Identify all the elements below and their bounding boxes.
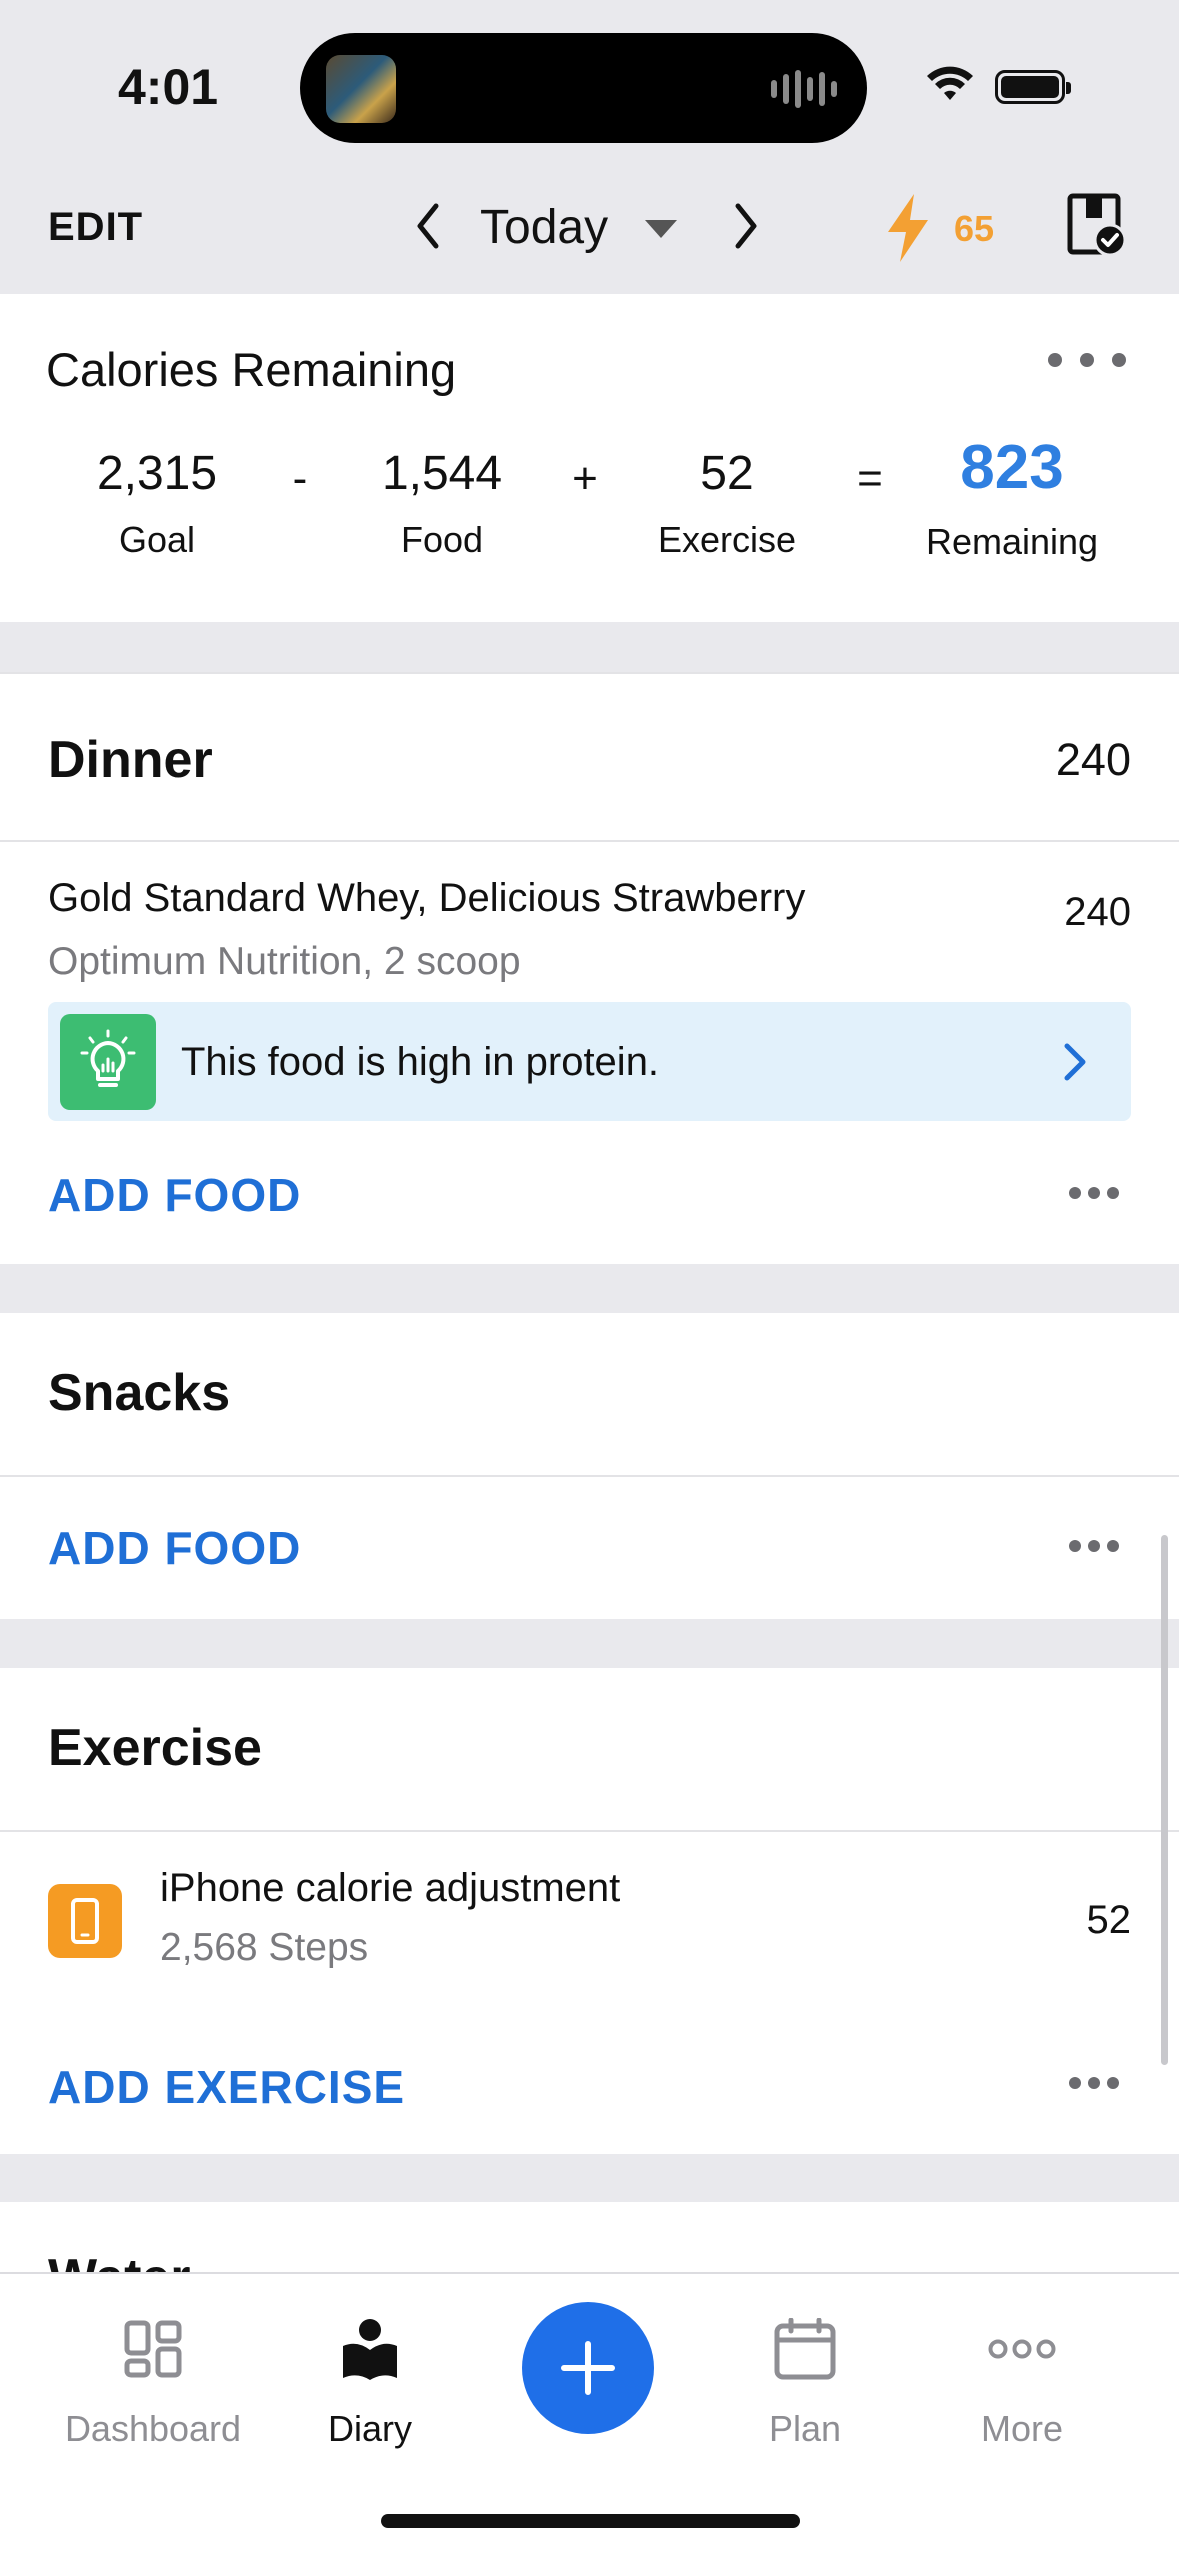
streak-count[interactable]: 65 [954,208,994,250]
top-bar: 4:01 EDIT Today 65 [0,0,1179,294]
exercise-label: Exercise [657,519,797,560]
tab-more[interactable]: More [912,2314,1132,2450]
divider [0,1830,1179,1832]
dashboard-icon [43,2314,263,2384]
exercise-entry-detail: 2,568 Steps [160,1926,369,1969]
chevron-right-icon [1064,1043,1086,1081]
dinner-title: Dinner [48,731,213,789]
food-column: 1,544 Food [322,446,562,561]
exercise-entry-name[interactable]: iPhone calorie adjustment [160,1866,620,1911]
calendar-icon [695,2314,915,2384]
exercise-column: 52 Exercise [607,446,847,561]
more-icon [912,2314,1132,2384]
water-section: Water [0,2202,1179,2282]
phone-icon [48,1884,122,1958]
protein-tip-banner[interactable]: This food is high in protein. [48,1002,1131,1121]
food-label: Food [400,519,484,560]
status-time: 4:01 [118,59,219,115]
dynamic-island[interactable] [300,33,867,143]
snacks-section: Snacks ADD FOOD [0,1313,1179,1619]
more-options-icon[interactable] [1045,350,1129,370]
caret-down-icon[interactable] [643,218,679,240]
add-exercise-button[interactable]: ADD EXERCISE [48,2060,405,2114]
snacks-title: Snacks [48,1364,231,1422]
tab-dashboard[interactable]: Dashboard [43,2314,263,2450]
more-options-icon[interactable] [1068,1186,1120,1200]
plus-icon [561,2341,615,2395]
exercise-value: 52 [700,447,754,500]
tab-diary-label: Diary [327,2408,412,2449]
dinner-total-calories: 240 [1055,734,1131,785]
diary-icon [260,2314,480,2384]
minus-operator: - [292,454,308,503]
protein-tip-text: This food is high in protein. [181,1040,660,1084]
more-options-icon[interactable] [1068,1539,1120,1553]
calories-remaining-title: Calories Remaining [46,343,457,396]
tab-plan-label: Plan [768,2408,842,2449]
chevron-right-icon[interactable] [728,198,764,254]
goal-label: Goal [118,519,196,560]
battery-icon [995,70,1071,104]
tab-diary[interactable]: Diary [260,2314,480,2450]
wifi-icon [927,66,973,100]
divider [0,840,1179,842]
more-options-icon[interactable] [1068,2076,1120,2090]
plus-operator: + [572,454,598,503]
premium-badge-icon[interactable] [1066,192,1128,258]
food-entry-detail: Optimum Nutrition, 2 scoop [48,940,521,983]
scroll-indicator[interactable] [1161,1535,1168,2065]
audio-waveform-icon [771,69,839,109]
food-entry-name[interactable]: Gold Standard Whey, Delicious Strawberry [48,876,805,921]
add-entry-button[interactable] [522,2302,654,2434]
lightning-bolt-icon[interactable] [882,192,932,264]
home-indicator[interactable] [381,2514,800,2528]
calories-remaining-card[interactable]: Calories Remaining 2,315 Goal - 1,544 Fo… [0,294,1179,622]
add-food-snacks-button[interactable]: ADD FOOD [48,1521,301,1575]
chevron-left-icon[interactable] [410,198,446,254]
divider [0,1475,1179,1477]
equals-operator: = [857,454,883,503]
divider [0,672,1179,674]
tab-plan[interactable]: Plan [695,2314,915,2450]
tab-more-label: More [980,2408,1064,2449]
date-selector[interactable]: Today [480,200,608,255]
now-playing-artwork [326,55,396,123]
exercise-title: Exercise [48,1719,262,1777]
tab-dashboard-label: Dashboard [64,2408,242,2449]
goal-column: 2,315 Goal [37,446,277,561]
remaining-label: Remaining [925,521,1099,562]
remaining-column: 823 Remaining [892,433,1132,563]
add-food-dinner-button[interactable]: ADD FOOD [48,1168,301,1222]
food-entry-calories: 240 [1064,890,1131,934]
exercise-entry-calories: 52 [1086,1898,1132,1942]
edit-button[interactable]: EDIT [48,205,143,250]
goal-value: 2,315 [96,447,218,500]
food-value: 1,544 [381,447,503,500]
remaining-value: 823 [960,433,1064,502]
lightbulb-insight-icon [60,1014,156,1110]
